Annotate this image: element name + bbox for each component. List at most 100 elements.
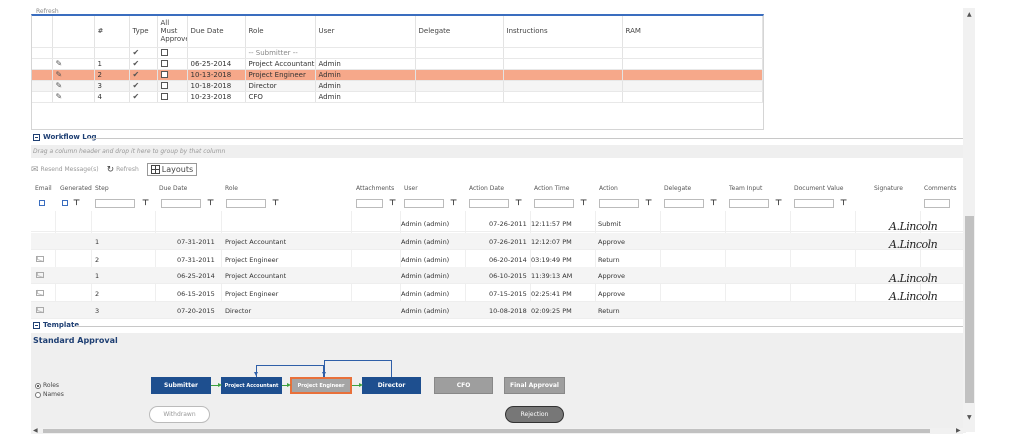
- refresh-button[interactable]: ↻ Refresh: [107, 165, 139, 175]
- workflow-log-header[interactable]: Workflow Log: [33, 133, 97, 141]
- filter-icon[interactable]: ⊤: [389, 198, 396, 207]
- check-icon: ✔: [132, 48, 140, 57]
- template-header[interactable]: Template: [33, 321, 79, 329]
- attachments-filter-input[interactable]: [356, 199, 383, 208]
- filter-icon[interactable]: ⊤: [207, 198, 214, 207]
- due-date-filter-input[interactable]: [161, 199, 201, 208]
- col-generated[interactable]: Generated: [60, 185, 92, 192]
- edit-pencil-icon[interactable]: ✎: [56, 92, 63, 101]
- col-action[interactable]: Action: [599, 185, 618, 192]
- edit-pencil-icon[interactable]: ✎: [56, 70, 63, 79]
- filter-icon[interactable]: ⊤: [272, 198, 279, 207]
- scroll-up-icon[interactable]: ▲: [967, 11, 972, 18]
- resend-messages-button[interactable]: ✉ Resend Message(s): [31, 165, 99, 175]
- group-by-drop-zone[interactable]: Drag a column header and drop it here to…: [31, 145, 966, 158]
- scroll-right-icon[interactable]: ▶: [956, 427, 961, 434]
- all-must-approve-checkbox[interactable]: [160, 71, 168, 78]
- withdrawn-button[interactable]: Withdrawn: [149, 406, 210, 423]
- radio-icon[interactable]: [35, 391, 41, 398]
- horizontal-scrollbar-thumb[interactable]: [43, 429, 930, 433]
- node-project-engineer[interactable]: Project Engineer: [290, 377, 352, 394]
- document-value-filter-input[interactable]: [794, 199, 834, 208]
- all-must-approve-checkbox[interactable]: [160, 82, 168, 89]
- col-user[interactable]: User: [315, 16, 416, 48]
- filter-icon[interactable]: ⊤: [73, 198, 80, 207]
- radio-names[interactable]: Names: [35, 391, 64, 398]
- generated-filter-checkbox[interactable]: [62, 200, 68, 206]
- filter-icon[interactable]: ⊤: [840, 198, 847, 207]
- table-row[interactable]: 3 07-20-2015 Director Admin (admin) 10-0…: [31, 302, 966, 319]
- action-date-filter-input[interactable]: [469, 199, 509, 208]
- table-row[interactable]: 1 07-31-2011 Project Accountant Admin (a…: [31, 233, 966, 251]
- col-document-value[interactable]: Document Value: [794, 185, 843, 192]
- table-row[interactable]: ✎ 1 ✔ 06-25-2014 Project Accountant Admi…: [32, 58, 763, 70]
- table-row-selected[interactable]: ✎ 2 ✔ 10-13-2018 Project Engineer Admin: [32, 69, 763, 81]
- all-must-approve-checkbox[interactable]: [160, 60, 168, 67]
- collapse-icon[interactable]: [33, 133, 40, 141]
- filter-icon[interactable]: ⊤: [645, 198, 652, 207]
- col-instructions[interactable]: Instructions: [503, 16, 623, 48]
- col-due-date[interactable]: Due Date: [187, 16, 246, 48]
- table-row[interactable]: 2 07-31-2011 Project Engineer Admin (adm…: [31, 251, 966, 268]
- envelope-icon[interactable]: [36, 272, 44, 278]
- node-final-approval[interactable]: Final Approval: [504, 377, 565, 394]
- table-row[interactable]: 1 06-25-2014 Project Accountant Admin (a…: [31, 267, 966, 285]
- delegate-filter-input[interactable]: [664, 199, 704, 208]
- envelope-icon[interactable]: [36, 290, 44, 296]
- vertical-scrollbar-thumb[interactable]: [965, 216, 974, 403]
- filter-icon[interactable]: ⊤: [142, 198, 149, 207]
- user-filter-input[interactable]: [404, 199, 444, 208]
- comments-filter-input[interactable]: [924, 199, 950, 208]
- filter-icon[interactable]: ⊤: [450, 198, 457, 207]
- rejection-button[interactable]: Rejection: [505, 406, 564, 423]
- node-submitter[interactable]: Submitter: [151, 377, 211, 394]
- scroll-left-icon[interactable]: ◀: [33, 427, 38, 434]
- step-filter-input[interactable]: [95, 199, 135, 208]
- all-must-approve-checkbox[interactable]: [160, 93, 168, 100]
- col-num[interactable]: #: [94, 16, 130, 48]
- col-user[interactable]: User: [404, 185, 418, 192]
- radio-icon[interactable]: [35, 382, 41, 389]
- edit-pencil-icon[interactable]: ✎: [56, 81, 63, 90]
- filter-icon[interactable]: ⊤: [775, 198, 782, 207]
- col-type[interactable]: Type: [129, 16, 158, 48]
- email-filter-checkbox[interactable]: [39, 200, 45, 206]
- col-action-date[interactable]: Action Date: [469, 185, 504, 192]
- col-comments[interactable]: Comments: [924, 185, 957, 192]
- action-filter-input[interactable]: [599, 199, 639, 208]
- col-team-input[interactable]: Team Input: [729, 185, 762, 192]
- col-email[interactable]: Email: [35, 185, 52, 192]
- team-input-filter-input[interactable]: [729, 199, 769, 208]
- scroll-down-icon[interactable]: ▼: [967, 414, 972, 421]
- table-row[interactable]: 2 06-15-2015 Project Engineer Admin (adm…: [31, 285, 966, 303]
- filter-icon[interactable]: ⊤: [710, 198, 717, 207]
- node-cfo[interactable]: CFO: [434, 377, 493, 394]
- col-signature[interactable]: Signature: [874, 185, 903, 192]
- col-attachments[interactable]: Attachments: [356, 185, 394, 192]
- layouts-button[interactable]: Layouts: [146, 163, 198, 176]
- table-row[interactable]: Admin (admin) 07-26-2011 12:11:57 PM Sub…: [31, 215, 966, 233]
- col-role[interactable]: Role: [245, 16, 316, 48]
- all-must-approve-checkbox[interactable]: [160, 49, 168, 56]
- node-director[interactable]: Director: [362, 377, 421, 394]
- collapse-icon[interactable]: [33, 321, 40, 329]
- col-ram[interactable]: RAM: [622, 16, 763, 48]
- radio-roles[interactable]: Roles: [35, 382, 59, 389]
- col-step[interactable]: Step: [95, 185, 109, 192]
- filter-icon[interactable]: ⊤: [515, 198, 522, 207]
- envelope-icon[interactable]: [36, 307, 44, 313]
- col-due-date[interactable]: Due Date: [159, 185, 187, 192]
- col-delegate[interactable]: Delegate: [415, 16, 504, 48]
- col-role[interactable]: Role: [225, 185, 238, 192]
- table-row[interactable]: ✎ 4 ✔ 10-23-2018 CFO Admin: [32, 91, 763, 103]
- table-row[interactable]: ✎ 3 ✔ 10-18-2018 Director Admin: [32, 80, 763, 92]
- filter-icon[interactable]: ⊤: [580, 198, 587, 207]
- node-project-accountant[interactable]: Project Accountant: [221, 377, 282, 394]
- col-action-time[interactable]: Action Time: [534, 185, 569, 192]
- edit-pencil-icon[interactable]: ✎: [56, 59, 63, 68]
- col-all-must-approve[interactable]: All Must Approve: [157, 16, 188, 48]
- role-filter-input[interactable]: [226, 199, 266, 208]
- action-time-filter-input[interactable]: [534, 199, 574, 208]
- envelope-icon[interactable]: [36, 256, 44, 262]
- col-delegate[interactable]: Delegate: [664, 185, 691, 192]
